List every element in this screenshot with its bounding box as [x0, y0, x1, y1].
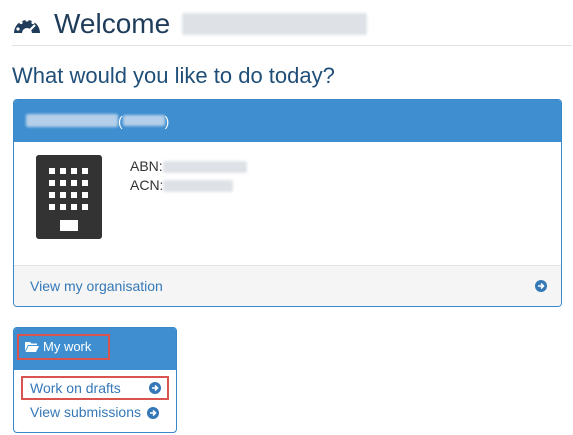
welcome-text: Welcome [54, 8, 171, 39]
view-submissions-label: View submissions [30, 404, 142, 420]
my-work-heading[interactable]: My work [17, 334, 110, 360]
view-organisation-link[interactable]: View my organisation [30, 278, 163, 294]
work-on-drafts-link[interactable]: Work on drafts [21, 376, 169, 400]
header-divider [12, 45, 572, 46]
organisation-panel: () ABN: ACN: View my organisation [13, 99, 562, 307]
arrow-circle-right-icon[interactable] [149, 382, 161, 394]
dashboard-icon [14, 18, 40, 34]
organisation-panel-header: () [14, 100, 561, 142]
my-work-panel-header: My work [14, 328, 176, 370]
my-work-panel-body: Work on drafts View submissions [14, 370, 176, 432]
redacted-abn-value [162, 161, 247, 174]
org-name-open-paren: ( [118, 113, 123, 129]
work-on-drafts-label: Work on drafts [30, 380, 121, 396]
acn-row: ACN: [130, 176, 247, 195]
abn-label: ABN: [130, 158, 163, 174]
acn-label: ACN: [130, 177, 164, 193]
arrow-circle-right-icon[interactable] [147, 407, 160, 420]
redacted-organisation-code [122, 115, 165, 126]
org-name-close-paren: ) [164, 113, 170, 129]
my-work-panel: My work Work on drafts View submissions [13, 327, 177, 433]
page-question: What would you like to do today? [12, 63, 335, 88]
folder-open-icon [25, 342, 39, 352]
welcome-heading: Welcome [54, 6, 367, 42]
arrow-circle-right-icon[interactable] [535, 280, 547, 292]
organisation-identifiers: ABN: ACN: [130, 157, 247, 195]
redacted-organisation-name [26, 114, 118, 127]
redacted-acn-value [163, 180, 234, 193]
view-submissions-link[interactable]: View submissions [30, 402, 160, 422]
organisation-panel-footer[interactable]: View my organisation [14, 265, 561, 306]
organisation-panel-body: ABN: ACN: [14, 142, 561, 265]
abn-row: ABN: [130, 157, 247, 176]
page-header: Welcome [12, 4, 572, 46]
redacted-user-name [181, 13, 367, 35]
organisation-name: () [26, 112, 169, 130]
my-work-title: My work [43, 339, 92, 354]
building-icon [36, 155, 102, 239]
